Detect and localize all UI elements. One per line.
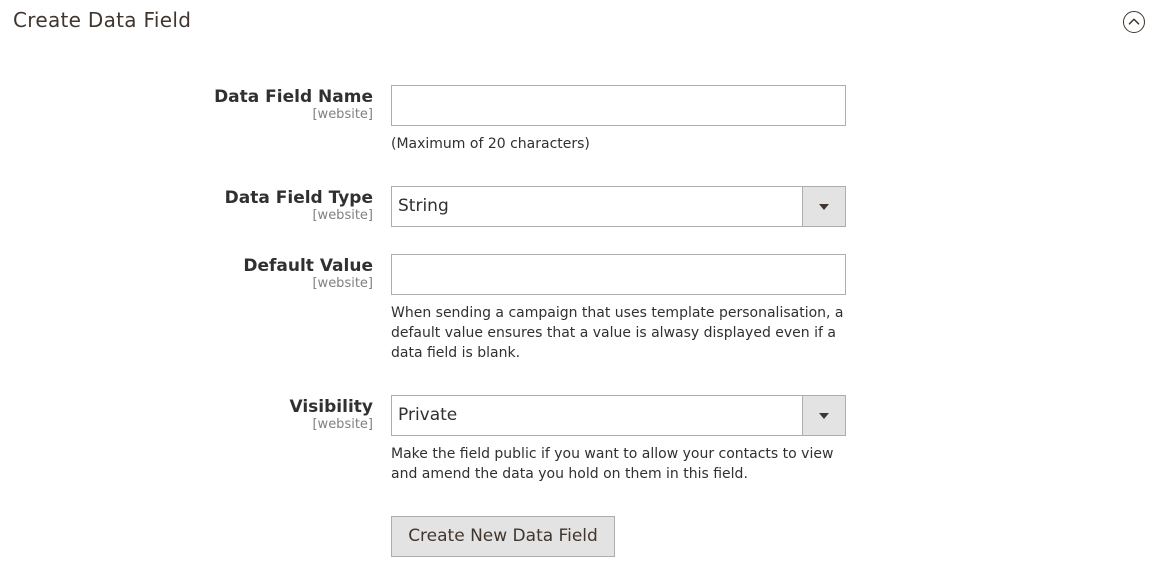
data-field-type-selected: String [398,196,449,216]
default-value-label: Default Value [243,256,373,276]
create-new-data-field-button[interactable]: Create New Data Field [391,516,615,557]
data-field-type-label: Data Field Type [224,188,373,208]
chevron-up-circle-icon[interactable] [1123,11,1145,33]
data-field-type-scope: [website] [312,208,373,223]
create-data-field-panel: Create Data Field Data Field Name [websi… [0,0,1158,577]
visibility-select[interactable]: Private [391,395,846,436]
data-field-name-scope: [website] [312,107,373,122]
visibility-scope: [website] [312,417,373,432]
data-field-name-input[interactable] [391,85,846,126]
caret-down-icon [819,204,829,210]
visibility-label: Visibility [289,397,374,417]
data-field-name-label: Data Field Name [214,87,373,107]
visibility-selected: Private [398,405,458,425]
dropdown-toggle[interactable] [802,187,845,226]
caret-down-icon [819,413,829,419]
data-field-type-select[interactable]: String [391,186,846,227]
default-value-note: When sending a campaign that uses templa… [391,305,844,361]
default-value-input[interactable] [391,254,846,295]
data-field-name-note: (Maximum of 20 characters) [391,136,590,152]
visibility-note: Make the field public if you want to all… [391,446,834,482]
dropdown-toggle[interactable] [802,396,845,435]
section-title: Create Data Field [13,8,192,32]
default-value-scope: [website] [312,276,373,291]
